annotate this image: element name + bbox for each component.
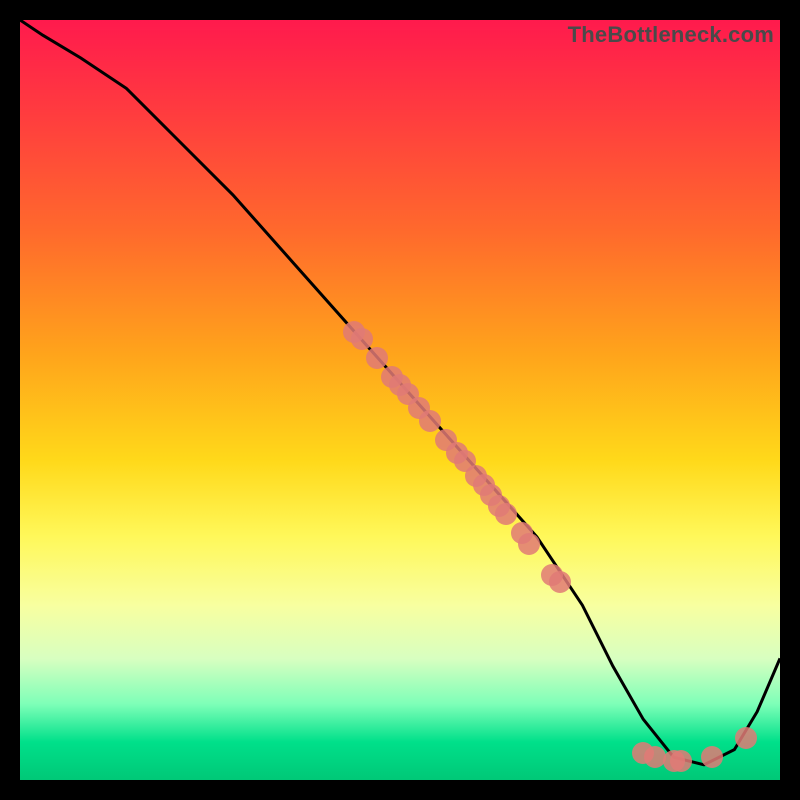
data-marker bbox=[549, 571, 571, 593]
data-marker bbox=[701, 746, 723, 768]
data-marker bbox=[644, 746, 666, 768]
data-marker bbox=[419, 410, 441, 432]
data-marker bbox=[735, 727, 757, 749]
chart-frame: TheBottleneck.com bbox=[20, 20, 780, 780]
plot-area: TheBottleneck.com bbox=[20, 20, 780, 780]
